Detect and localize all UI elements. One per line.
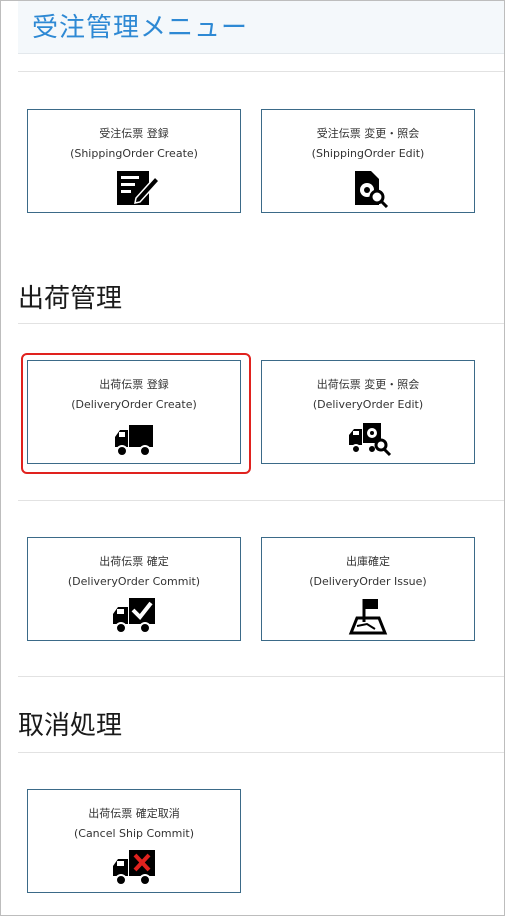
divider xyxy=(18,752,504,753)
menu-header: 受注管理メニュー xyxy=(18,1,504,54)
truck-check-icon xyxy=(113,598,155,634)
shipping-order-edit-button[interactable]: 受注伝票 変更・照会 (ShippingOrder Edit) xyxy=(261,109,475,213)
tile-subtitle: (DeliveryOrder Create) xyxy=(71,398,197,411)
map-flag-icon xyxy=(348,599,388,635)
edit-form-icon xyxy=(117,171,159,205)
tile-title: 出荷伝票 変更・照会 xyxy=(316,378,420,391)
tile-subtitle: (DeliveryOrder Issue) xyxy=(309,575,427,588)
tile-subtitle: (ShippingOrder Edit) xyxy=(311,147,425,160)
section-title-cancel: 取消処理 xyxy=(18,711,123,741)
cancel-ship-commit-button[interactable]: 出荷伝票 確定取消 (Cancel Ship Commit) xyxy=(27,789,241,893)
divider xyxy=(18,676,504,677)
tile-title: 受注伝票 登録 xyxy=(99,127,169,140)
tile-subtitle: (DeliveryOrder Edit) xyxy=(312,398,424,411)
truck-icon xyxy=(115,425,153,457)
shipping-order-create-button[interactable]: 受注伝票 登録 (ShippingOrder Create) xyxy=(27,109,241,213)
document-search-icon xyxy=(355,171,389,208)
tile-title: 受注伝票 変更・照会 xyxy=(316,127,420,140)
delivery-order-create-button[interactable]: 出荷伝票 登録 (DeliveryOrder Create) xyxy=(27,360,241,464)
delivery-order-edit-button[interactable]: 出荷伝票 変更・照会 (DeliveryOrder Edit) xyxy=(261,360,475,464)
page-title: 受注管理メニュー xyxy=(32,13,249,43)
tile-subtitle: (Cancel Ship Commit) xyxy=(73,827,195,840)
truck-cancel-icon xyxy=(113,850,155,886)
delivery-order-commit-button[interactable]: 出荷伝票 確定 (DeliveryOrder Commit) xyxy=(27,537,241,641)
tile-title: 出荷伝票 登録 xyxy=(99,378,169,391)
truck-search-icon xyxy=(349,423,392,457)
tile-title: 出荷伝票 確定 xyxy=(99,555,169,568)
tile-subtitle: (ShippingOrder Create) xyxy=(70,147,198,160)
tile-title: 出荷伝票 確定取消 xyxy=(88,807,180,820)
tile-subtitle: (DeliveryOrder Commit) xyxy=(67,575,201,588)
delivery-order-issue-button[interactable]: 出庫確定 (DeliveryOrder Issue) xyxy=(261,537,475,641)
tile-title: 出庫確定 xyxy=(346,555,390,568)
divider xyxy=(18,323,504,324)
section-title-shipping: 出荷管理 xyxy=(18,284,123,314)
divider xyxy=(18,71,504,72)
divider xyxy=(18,500,504,501)
